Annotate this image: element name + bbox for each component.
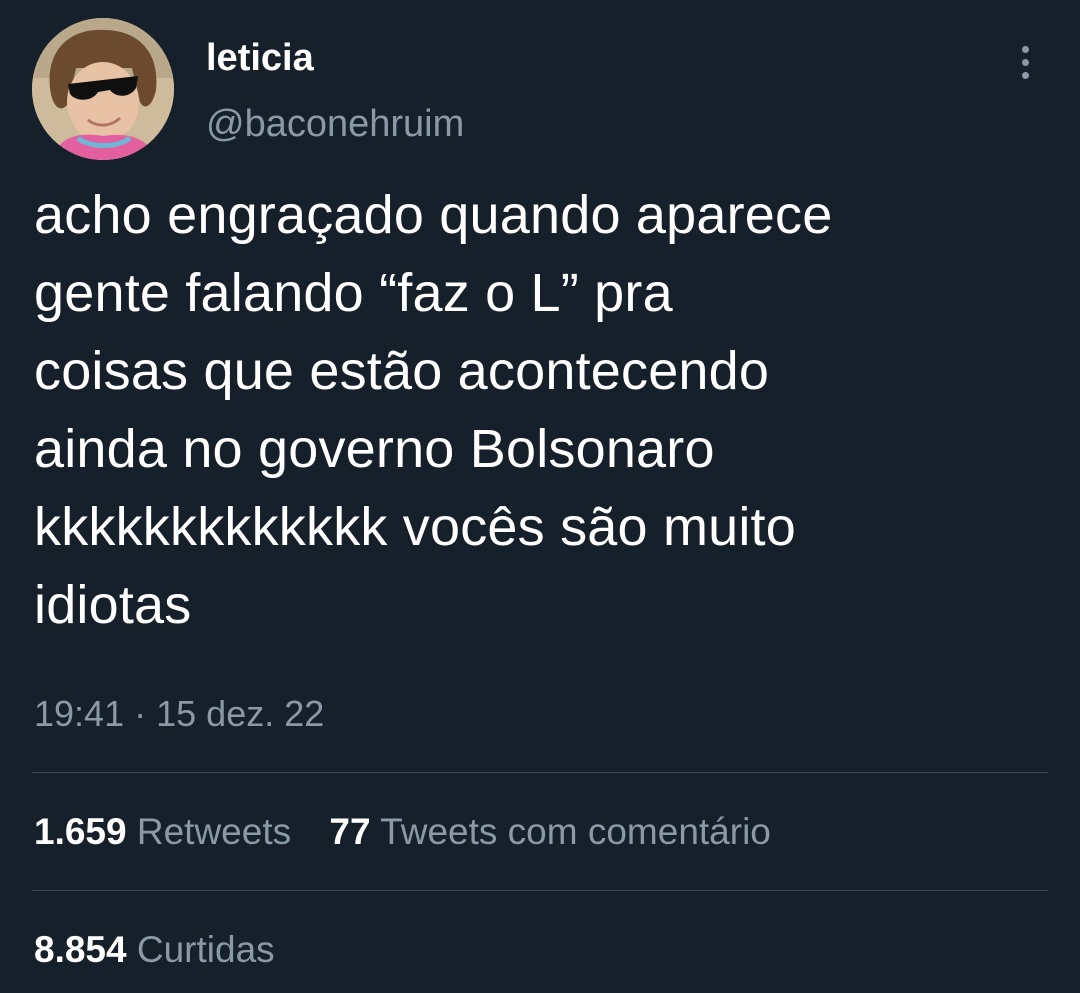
profile-photo (32, 18, 174, 160)
likes-count: 8.854 (34, 929, 127, 970)
tweet-timestamp[interactable]: 19:41 · 15 dez. 22 (34, 692, 324, 736)
more-vertical-icon[interactable] (1012, 42, 1040, 82)
quote-tweets-count: 77 (329, 811, 371, 852)
divider (32, 772, 1048, 773)
divider (32, 890, 1048, 891)
meta-separator: · (134, 693, 147, 734)
tweet-text: acho engraçado quando aparece gente fala… (34, 176, 1054, 644)
dot (1022, 59, 1029, 66)
retweets-label: Retweets (136, 811, 292, 852)
dot (1022, 46, 1029, 53)
tweet-text-line: coisas que estão acontecendo (34, 341, 770, 401)
retweets-count: 1.659 (34, 811, 127, 852)
tweet-text-line: kkkkkkkkkkkkk vocês são muito (34, 497, 796, 557)
tweet-text-line: idiotas (34, 575, 192, 635)
likes-row: 8.854 Curtidas (34, 928, 275, 972)
author-handle[interactable]: @baconehruim (206, 102, 464, 146)
tweet-text-line: gente falando “faz o L” pra (34, 263, 673, 323)
engagement-row: 1.659 Retweets 77 Tweets com comentário (34, 810, 771, 854)
dot (1022, 72, 1029, 79)
retweets-link[interactable]: 1.659 Retweets (34, 811, 301, 852)
likes-label: Curtidas (136, 929, 275, 970)
tweet-text-line: ainda no governo Bolsonaro (34, 419, 715, 479)
likes-link[interactable]: 8.854 Curtidas (34, 929, 275, 970)
tweet-date: 15 dez. 22 (156, 693, 325, 734)
quote-tweets-link[interactable]: 77 Tweets com comentário (329, 811, 771, 852)
author-name[interactable]: leticia (206, 36, 314, 80)
tweet-text-line: acho engraçado quando aparece (34, 185, 833, 245)
tweet-card: leticia @baconehruim acho engraçado quan… (0, 0, 1080, 993)
tweet-time: 19:41 (34, 693, 125, 734)
author-avatar[interactable] (32, 18, 174, 160)
quote-tweets-label: Tweets com comentário (380, 811, 771, 852)
